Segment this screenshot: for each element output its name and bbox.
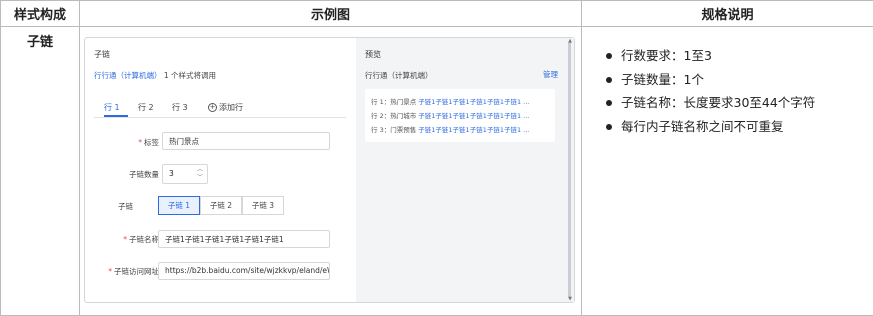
subtitle-link[interactable]: 行行通（计算机端）	[94, 71, 162, 80]
editor-title: 子链	[94, 50, 110, 59]
add-row-label: 添加行	[219, 103, 243, 112]
tab-row-2[interactable]: 行 2	[138, 102, 154, 113]
sublink-url-input[interactable]: https://b2b.baidu.com/site/wjzkkvp/eland…	[158, 262, 330, 280]
subtitle-rest: 1 个样式将调用	[163, 71, 217, 80]
preview-scrollbar[interactable]	[568, 42, 571, 298]
editor-subtitle: 行行通（计算机端） 1 个样式将调用	[94, 70, 216, 81]
sublink-option-2[interactable]: 子链 2	[200, 196, 242, 215]
preview-pane: 预览 行行通（计算机端） 管理 行 1：热门景点 子链1子链1子链1子链1子链1…	[356, 38, 574, 302]
sublink-field-label: 子链	[118, 202, 133, 211]
preview-subtitle: 行行通（计算机端）	[365, 71, 433, 80]
example-screenshot: 子链 行行通（计算机端） 1 个样式将调用 行 1 行 2 行 3 + 添加行 *…	[84, 37, 575, 303]
preview-row-1: 行 1：热门景点 子链1子链1子链1子链1子链1子链1 ...	[371, 98, 530, 106]
preview-row-3: 行 3：门票预售 子链1子链1子链1子链1子链1子链1 ...	[371, 126, 530, 134]
spec-item: 子链数量：1个	[604, 68, 815, 92]
preview-title: 预览	[365, 50, 381, 59]
spec-list: 行数要求：1至3 子链数量：1个 子链名称：长度要求30至44个字符 每行内子链…	[604, 44, 815, 138]
component-name: 子链	[0, 26, 80, 316]
spec-item: 行数要求：1至3	[604, 44, 815, 68]
label-field-label: * 标签	[138, 138, 159, 147]
add-row-button[interactable]: + 添加行	[208, 102, 243, 113]
preview-card: 行 1：热门景点 子链1子链1子链1子链1子链1子链1 ... 行 2：热门城市…	[365, 89, 555, 142]
label-input[interactable]: 热门景点	[162, 132, 330, 150]
chevron-down-icon[interactable]: ﹀	[197, 175, 203, 181]
active-tab-indicator	[104, 115, 128, 117]
tab-row-1[interactable]: 行 1	[104, 102, 120, 113]
scroll-up-arrow-icon[interactable]: ▲	[568, 38, 572, 44]
plus-circle-icon: +	[208, 103, 217, 112]
header-spec: 规格说明	[581, 0, 873, 27]
name-field-label: * 子链名称	[123, 235, 159, 244]
count-value: 3	[169, 169, 174, 178]
scroll-down-arrow-icon[interactable]: ▼	[568, 296, 572, 302]
count-field-label: 子链数量	[129, 170, 159, 179]
header-example: 示例图	[79, 0, 582, 27]
url-field-label: * 子链访问网址	[108, 267, 159, 276]
row-tabs: 行 1 行 2 行 3 + 添加行	[94, 98, 346, 118]
tab-row-3[interactable]: 行 3	[172, 102, 188, 113]
count-stepper[interactable]: 3 ︿ ﹀	[162, 164, 208, 184]
preview-row-2: 行 2：热门城市 子链1子链1子链1子链1子链1子链1 ...	[371, 112, 530, 120]
sublink-option-3[interactable]: 子链 3	[242, 196, 284, 215]
manage-link[interactable]: 管理	[543, 69, 558, 80]
sublink-option-1[interactable]: 子链 1	[158, 196, 200, 215]
chevron-up-icon[interactable]: ︿	[197, 167, 203, 173]
sublink-name-input[interactable]: 子链1子链1子链1子链1子链1子链1	[158, 230, 330, 248]
spec-item: 子链名称：长度要求30至44个字符	[604, 91, 815, 115]
editor-pane: 子链 行行通（计算机端） 1 个样式将调用 行 1 行 2 行 3 + 添加行 *…	[85, 38, 355, 302]
header-composition: 样式构成	[0, 0, 80, 27]
spec-item: 每行内子链名称之间不可重复	[604, 115, 815, 139]
